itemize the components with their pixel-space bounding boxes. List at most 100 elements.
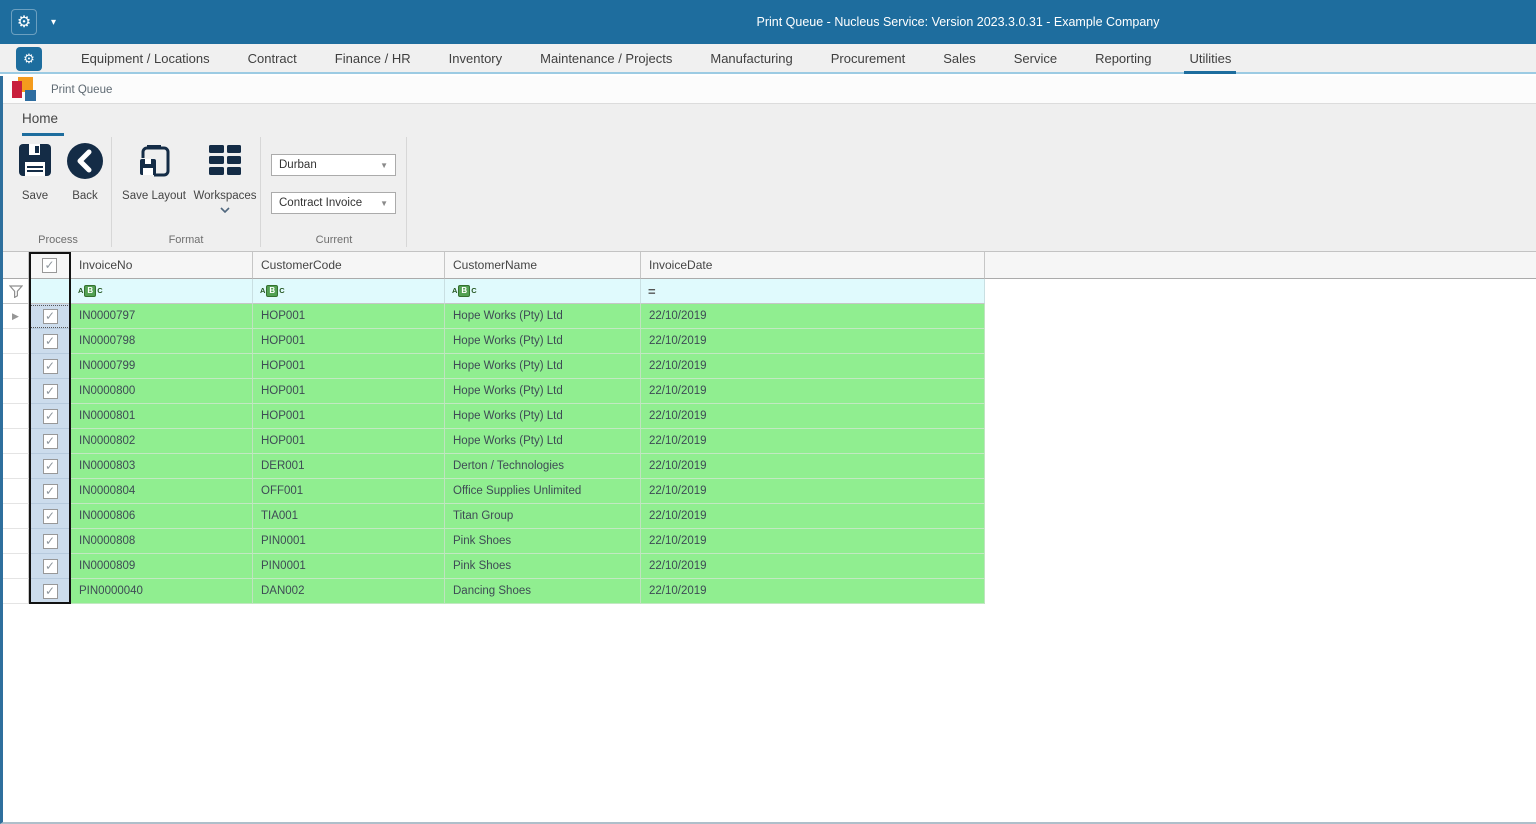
cell-invoice-date[interactable]: 22/10/2019	[641, 529, 985, 554]
tab-home[interactable]: Home	[22, 111, 58, 126]
menu-tab-finance-hr[interactable]: Finance / HR	[316, 44, 430, 72]
cell-invoice-date[interactable]: 22/10/2019	[641, 304, 985, 329]
cell-customer-code[interactable]: HOP001	[253, 404, 445, 429]
row-checkbox[interactable]: ✓	[42, 558, 58, 574]
app-gear-icon[interactable]: ⚙	[16, 47, 42, 71]
select-all-checkbox-cell[interactable]: ✓	[29, 252, 71, 279]
cell-customer-code[interactable]: HOP001	[253, 354, 445, 379]
cell-customer-name[interactable]: Hope Works (Pty) Ltd	[445, 329, 641, 354]
cell-invoice-no[interactable]: IN0000804	[71, 479, 253, 504]
cell-customer-code[interactable]: TIA001	[253, 504, 445, 529]
menu-tab-inventory[interactable]: Inventory	[430, 44, 521, 72]
menu-tab-contract[interactable]: Contract	[229, 44, 316, 72]
chevron-down-icon[interactable]: ▾	[51, 17, 56, 28]
cell-customer-name[interactable]: Hope Works (Pty) Ltd	[445, 379, 641, 404]
cell-customer-name[interactable]: Office Supplies Unlimited	[445, 479, 641, 504]
row-checkbox-cell[interactable]: ✓	[29, 479, 71, 504]
row-checkbox[interactable]: ✓	[42, 358, 58, 374]
column-header-customername[interactable]: CustomerName	[445, 252, 641, 279]
row-checkbox-cell[interactable]: ✓	[29, 404, 71, 429]
row-checkbox[interactable]: ✓	[42, 533, 58, 549]
cell-customer-code[interactable]: PIN0001	[253, 529, 445, 554]
cell-customer-name[interactable]: Pink Shoes	[445, 554, 641, 579]
row-checkbox-cell[interactable]: ✓	[29, 429, 71, 454]
menu-tab-reporting[interactable]: Reporting	[1076, 44, 1170, 72]
menu-tab-maintenance-projects[interactable]: Maintenance / Projects	[521, 44, 691, 72]
row-checkbox-cell[interactable]: ✓	[29, 529, 71, 554]
row-checkbox[interactable]: ✓	[42, 408, 58, 424]
cell-invoice-no[interactable]: IN0000800	[71, 379, 253, 404]
cell-customer-code[interactable]: DAN002	[253, 579, 445, 604]
cell-invoice-no[interactable]: IN0000797	[71, 304, 253, 329]
cell-invoice-date[interactable]: 22/10/2019	[641, 404, 985, 429]
column-header-invoiceno[interactable]: InvoiceNo	[71, 252, 253, 279]
cell-customer-code[interactable]: HOP001	[253, 329, 445, 354]
filter-invoicedate[interactable]: =	[641, 279, 985, 304]
row-checkbox[interactable]: ✓	[42, 433, 58, 449]
cell-customer-name[interactable]: Derton / Technologies	[445, 454, 641, 479]
cell-customer-name[interactable]: Pink Shoes	[445, 529, 641, 554]
row-checkbox[interactable]: ✓	[42, 308, 58, 324]
cell-invoice-date[interactable]: 22/10/2019	[641, 379, 985, 404]
menu-tab-equipment-locations[interactable]: Equipment / Locations	[62, 44, 229, 72]
cell-customer-name[interactable]: Hope Works (Pty) Ltd	[445, 429, 641, 454]
menu-tab-procurement[interactable]: Procurement	[812, 44, 924, 72]
cell-customer-code[interactable]: HOP001	[253, 429, 445, 454]
row-checkbox-cell[interactable]: ✓	[29, 329, 71, 354]
row-checkbox[interactable]: ✓	[42, 508, 58, 524]
row-checkbox[interactable]: ✓	[42, 483, 58, 499]
cell-invoice-no[interactable]: IN0000809	[71, 554, 253, 579]
cell-invoice-no[interactable]: IN0000803	[71, 454, 253, 479]
filter-customername[interactable]: ABC	[445, 279, 641, 304]
settings-gear-icon[interactable]: ⚙	[11, 9, 37, 35]
menu-tab-sales[interactable]: Sales	[924, 44, 995, 72]
cell-invoice-date[interactable]: 22/10/2019	[641, 454, 985, 479]
row-checkbox-cell[interactable]: ✓	[29, 454, 71, 479]
back-button[interactable]: Back	[61, 142, 109, 202]
cell-customer-code[interactable]: HOP001	[253, 304, 445, 329]
cell-customer-code[interactable]: HOP001	[253, 379, 445, 404]
cell-customer-name[interactable]: Hope Works (Pty) Ltd	[445, 354, 641, 379]
cell-invoice-no[interactable]: PIN0000040	[71, 579, 253, 604]
menu-tab-manufacturing[interactable]: Manufacturing	[691, 44, 811, 72]
cell-invoice-no[interactable]: IN0000802	[71, 429, 253, 454]
row-checkbox[interactable]: ✓	[42, 383, 58, 399]
save-layout-button[interactable]: Save Layout	[121, 142, 187, 202]
branch-dropdown[interactable]: Durban ▼	[271, 154, 396, 176]
column-header-invoicedate[interactable]: InvoiceDate	[641, 252, 985, 279]
menu-tab-service[interactable]: Service	[995, 44, 1076, 72]
column-header-customercode[interactable]: CustomerCode	[253, 252, 445, 279]
cell-invoice-date[interactable]: 22/10/2019	[641, 354, 985, 379]
cell-customer-name[interactable]: Titan Group	[445, 504, 641, 529]
cell-invoice-no[interactable]: IN0000798	[71, 329, 253, 354]
cell-invoice-date[interactable]: 22/10/2019	[641, 429, 985, 454]
cell-customer-code[interactable]: DER001	[253, 454, 445, 479]
document-dropdown[interactable]: Contract Invoice ▼	[271, 192, 396, 214]
row-checkbox[interactable]: ✓	[42, 458, 58, 474]
cell-invoice-date[interactable]: 22/10/2019	[641, 504, 985, 529]
select-all-checkbox[interactable]: ✓	[42, 257, 57, 273]
cell-invoice-date[interactable]: 22/10/2019	[641, 479, 985, 504]
row-checkbox-cell[interactable]: ✓	[29, 304, 71, 329]
cell-invoice-date[interactable]: 22/10/2019	[641, 329, 985, 354]
row-checkbox-cell[interactable]: ✓	[29, 554, 71, 579]
row-checkbox-cell[interactable]: ✓	[29, 504, 71, 529]
cell-invoice-date[interactable]: 22/10/2019	[641, 579, 985, 604]
row-checkbox-cell[interactable]: ✓	[29, 354, 71, 379]
cell-invoice-no[interactable]: IN0000801	[71, 404, 253, 429]
cell-invoice-no[interactable]: IN0000808	[71, 529, 253, 554]
row-checkbox[interactable]: ✓	[42, 583, 58, 599]
cell-invoice-no[interactable]: IN0000799	[71, 354, 253, 379]
cell-customer-name[interactable]: Hope Works (Pty) Ltd	[445, 404, 641, 429]
filter-customercode[interactable]: ABC	[253, 279, 445, 304]
save-button[interactable]: Save	[11, 142, 59, 202]
row-checkbox[interactable]: ✓	[42, 333, 58, 349]
cell-invoice-date[interactable]: 22/10/2019	[641, 554, 985, 579]
row-checkbox-cell[interactable]: ✓	[29, 379, 71, 404]
cell-invoice-no[interactable]: IN0000806	[71, 504, 253, 529]
workspaces-button[interactable]: Workspaces	[191, 142, 259, 216]
filter-invoiceno[interactable]: ABC	[71, 279, 253, 304]
cell-customer-name[interactable]: Dancing Shoes	[445, 579, 641, 604]
cell-customer-code[interactable]: PIN0001	[253, 554, 445, 579]
row-checkbox-cell[interactable]: ✓	[29, 579, 71, 604]
